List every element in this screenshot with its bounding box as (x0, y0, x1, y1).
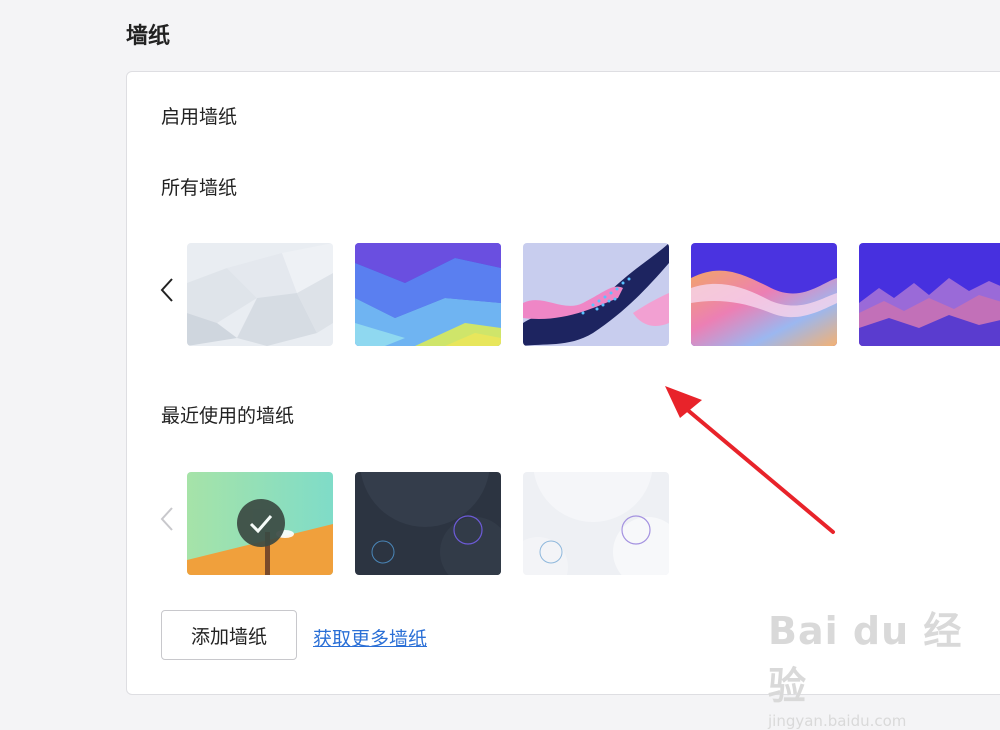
wallpaper-thumb-purple-mountains[interactable] (859, 243, 1000, 346)
wallpaper-thumb-light-gray-polygon[interactable] (187, 243, 333, 346)
baidu-watermark-url: jingyan.baidu.com (768, 712, 907, 730)
wallpaper-thumb-blue-teal-layered[interactable] (355, 243, 501, 346)
annotation-arrow-icon (665, 386, 835, 534)
add-wallpaper-button[interactable]: 添加墙纸 (161, 610, 297, 660)
all-prev-arrow-icon[interactable] (157, 275, 179, 305)
all-wallpapers-label: 所有墙纸 (161, 177, 238, 199)
recent-prev-arrow-icon[interactable] (157, 504, 179, 534)
get-more-wallpapers-link[interactable]: 获取更多墙纸 (313, 624, 427, 651)
baidu-watermark-logo: Bai du 经验 (768, 609, 963, 708)
wallpaper-thumb-pink-dark-wave-dots[interactable] (523, 243, 669, 346)
wallpaper-thumb-green-orange-lighthouse[interactable] (187, 472, 333, 575)
baidu-watermark: Bai du 经验 jingyan.baidu.com (768, 600, 968, 730)
enable-wallpaper-label: 启用墙纸 (161, 106, 238, 128)
wallpaper-thumb-pastel-iridescent-wave[interactable] (691, 243, 837, 346)
wallpaper-thumb-dark-slate-circles[interactable] (355, 472, 501, 575)
recent-wallpapers-label: 最近使用的墙纸 (161, 405, 295, 427)
selected-check-icon (237, 499, 285, 547)
section-title: 墙纸 (126, 24, 171, 49)
